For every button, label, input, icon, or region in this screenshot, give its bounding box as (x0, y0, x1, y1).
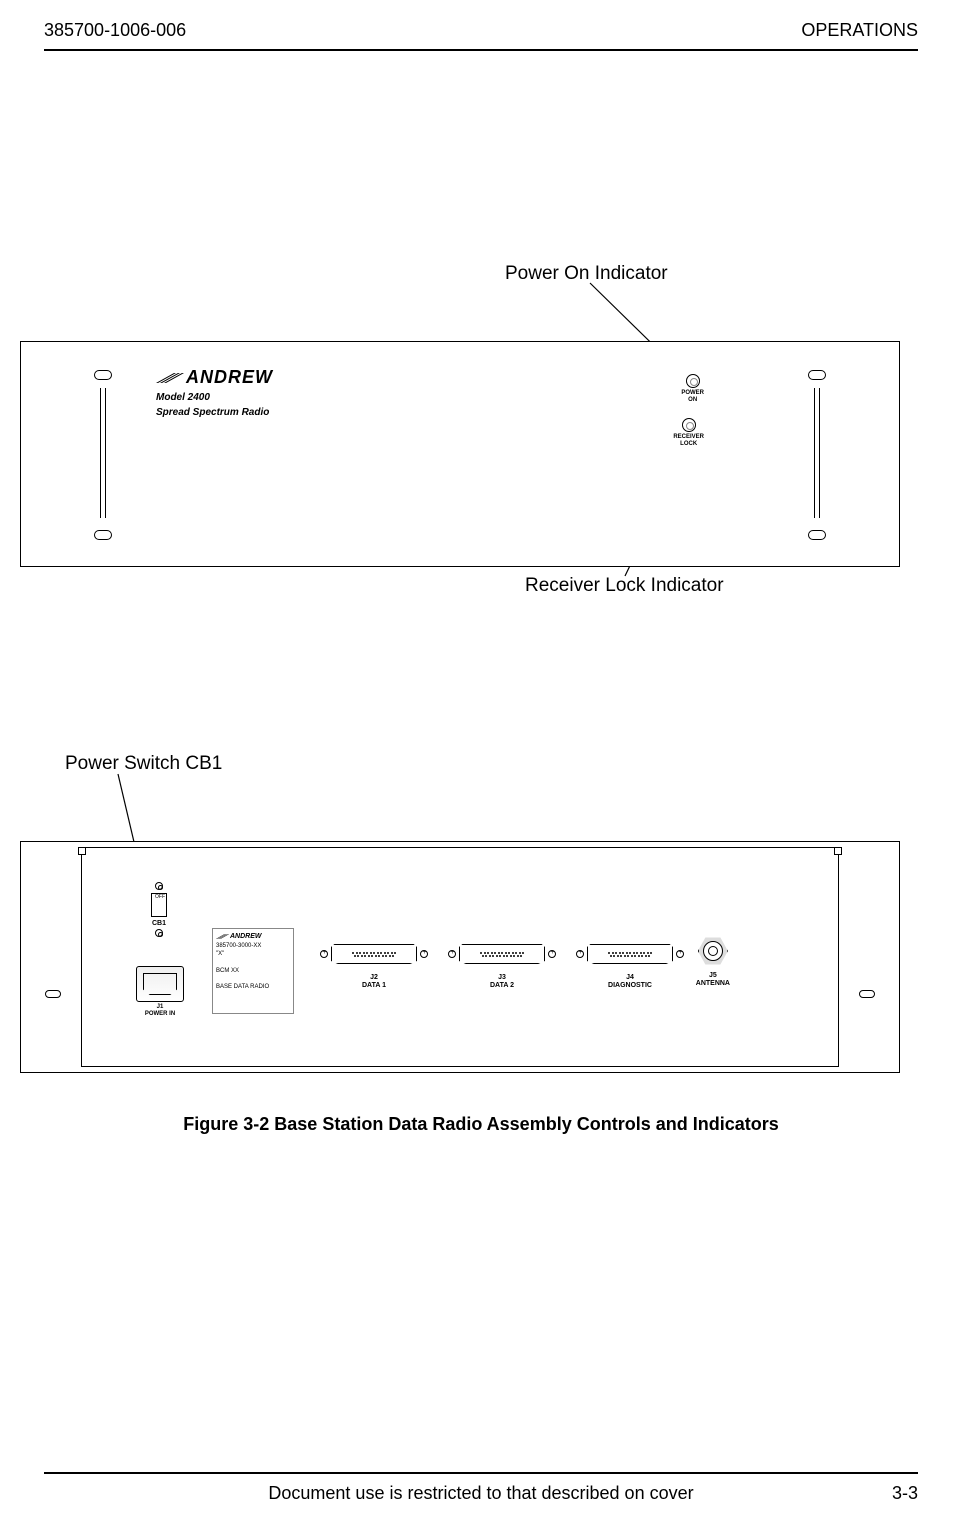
mount-slot-left (91, 370, 115, 540)
callout-receiver-lock: Receiver Lock Indicator (525, 575, 724, 597)
plate-desc: BASE DATA RADIO (216, 983, 290, 991)
model-line2: Spread Spectrum Radio (156, 407, 273, 418)
plate-brand: ANDREW (230, 933, 262, 940)
doc-number: 385700-1006-006 (44, 20, 186, 41)
j3-connector-icon (448, 940, 556, 968)
j3-block: J3 DATA 2 (448, 940, 556, 990)
mount-slot-right (805, 370, 829, 540)
power-on-led-icon (686, 374, 700, 388)
receiver-lock-label-1: RECEIVER (673, 434, 704, 441)
receiver-lock-label-2: LOCK (673, 441, 704, 448)
j5-connector-icon (698, 936, 728, 966)
plate-stripes-icon (216, 933, 230, 940)
footer-restriction: Document use is restricted to that descr… (268, 1483, 693, 1504)
inner-chassis: OFF CB1 J1 POWER IN (81, 847, 839, 1067)
receiver-lock-led-icon (682, 418, 696, 432)
j1-label-2: POWER IN (136, 1011, 184, 1018)
page-content: Power On Indicator Receiver Lock Indicat… (0, 51, 962, 1431)
connectors-row: J2 DATA 1 J3 DATA 2 (320, 940, 684, 990)
cb1-label: CB1 (150, 920, 168, 927)
info-plate: ANDREW 385700-3000-XX "X" BCM XX BASE DA… (212, 928, 294, 1014)
cb1-bottom-icon (155, 929, 163, 937)
callout-power-on: Power On Indicator (505, 263, 668, 285)
cb1-switch: OFF CB1 (150, 882, 168, 934)
cb1-rocker: OFF (151, 893, 167, 917)
rack-hole (45, 990, 61, 998)
j2-label-1: J2 (320, 974, 428, 982)
power-on-label-1: POWER (681, 390, 704, 397)
j4-label-1: J4 (576, 974, 684, 982)
page-number: 3-3 (892, 1483, 918, 1504)
brand-name: ANDREW (186, 367, 273, 387)
power-inlet-icon (136, 966, 184, 1002)
j4-label-2: DIAGNOSTIC (576, 982, 684, 990)
j2-label-2: DATA 1 (320, 982, 428, 990)
j4-connector-icon (576, 940, 684, 968)
plate-bcm: BCM XX (216, 967, 290, 975)
page-header: 385700-1006-006 OPERATIONS (0, 0, 962, 49)
brand-block: ANDREW Model 2400 Spread Spectrum Radio (156, 367, 273, 418)
j5-block: J5 ANTENNA (696, 936, 730, 988)
j1-label-1: J1 (136, 1004, 184, 1011)
section-title: OPERATIONS (801, 20, 918, 41)
callout-power-switch: Power Switch CB1 (65, 753, 222, 775)
rear-panel: OFF CB1 J1 POWER IN (20, 841, 900, 1073)
brand-logo: ANDREW (156, 367, 273, 388)
j2-block: J2 DATA 1 (320, 940, 428, 990)
model-line1: Model 2400 (156, 392, 273, 403)
power-inlet-block: J1 POWER IN (136, 966, 184, 1017)
j2-connector-icon (320, 940, 428, 968)
rack-hole (859, 990, 875, 998)
j4-block: J4 DIAGNOSTIC (576, 940, 684, 990)
j3-label-2: DATA 2 (448, 982, 556, 990)
front-panel: ANDREW Model 2400 Spread Spectrum Radio … (20, 341, 900, 567)
plate-rev: "X" (216, 950, 290, 958)
page-footer: Document use is restricted to that descr… (44, 1483, 918, 1504)
power-on-led-block: POWER ON (681, 374, 704, 403)
j3-label-1: J3 (448, 974, 556, 982)
cb1-top-icon (155, 882, 163, 890)
plate-partno: 385700-3000-XX (216, 942, 290, 950)
figure-caption: Figure 3-2 Base Station Data Radio Assem… (0, 1114, 962, 1135)
logo-stripes-icon (156, 371, 186, 385)
cb1-off-text: OFF (155, 894, 165, 900)
footer-rule (44, 1472, 918, 1474)
j5-label-2: ANTENNA (696, 980, 730, 988)
j5-label-1: J5 (696, 972, 730, 980)
power-on-label-2: ON (681, 397, 704, 404)
receiver-lock-led-block: RECEIVER LOCK (673, 418, 704, 447)
